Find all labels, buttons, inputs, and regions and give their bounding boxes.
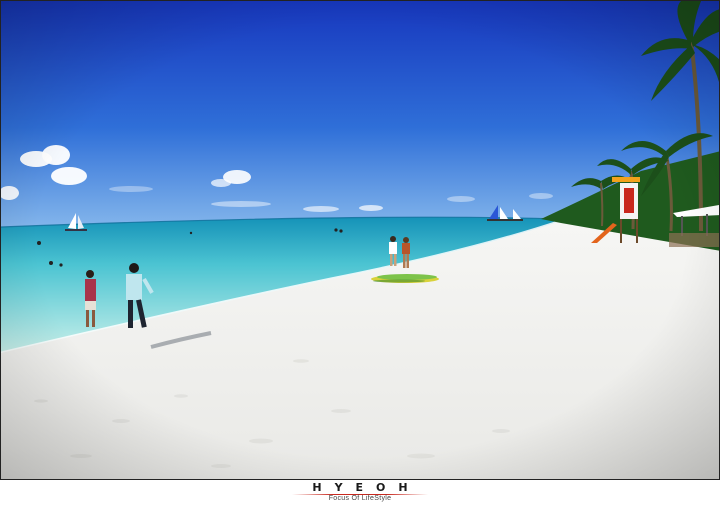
- brand-wordmark: HYEOH: [312, 481, 421, 494]
- beach-photo: [1, 1, 719, 479]
- watermark-footer: HYEOH Focus Of LifeStyle: [0, 480, 720, 506]
- photo-frame: [0, 0, 720, 480]
- brand-tagline: Focus Of LifeStyle: [328, 495, 392, 502]
